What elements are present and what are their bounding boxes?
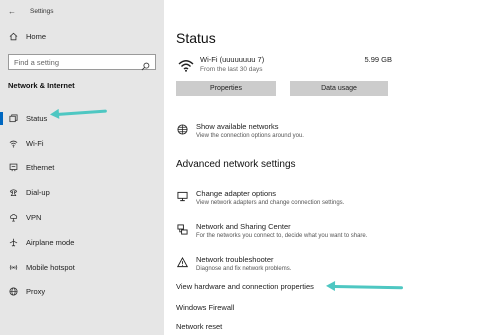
sidebar-item-label: Wi-Fi	[26, 138, 44, 148]
sidebar-item-label: Mobile hotspot	[26, 262, 75, 272]
warning-triangle-icon	[176, 256, 188, 268]
connection-status: Wi-Fi (uuuuuuuu 7) From the last 30 days…	[178, 55, 392, 77]
hotspot-icon	[8, 262, 18, 272]
status-icon	[8, 113, 18, 123]
sidebar-item-label: Ethernet	[26, 163, 55, 173]
change-adapter-title: Change adapter options	[196, 189, 277, 198]
window-title-bar: ← Settings	[8, 5, 54, 17]
home-icon	[8, 31, 18, 41]
search-icon[interactable]	[141, 58, 150, 71]
troubleshooter-title: Network troubleshooter	[196, 255, 274, 264]
properties-button[interactable]: Properties	[176, 81, 276, 96]
data-usage-button[interactable]: Data usage	[290, 81, 388, 96]
data-usage-amount: 5.99 GB	[364, 55, 392, 64]
sidebar-item-ethernet[interactable]: Ethernet	[0, 156, 164, 181]
troubleshooter-desc: Diagnose and fix network problems.	[196, 266, 292, 272]
show-networks-desc: View the connection options around you.	[196, 133, 304, 139]
main-content: Status Wi-Fi (uuuuuuuu 7) From the last …	[164, 0, 504, 335]
sidebar-nav: Status Wi-Fi Ethernet Dial-up VPN Airpla…	[0, 106, 164, 304]
section-title: Network & Internet	[8, 81, 75, 90]
adapter-monitor-icon	[176, 190, 188, 202]
sidebar-item-label: Status	[26, 113, 48, 123]
sidebar-item-label: Proxy	[26, 287, 46, 297]
change-adapter-options[interactable]: Change adapter options View network adap…	[176, 189, 344, 206]
back-arrow-icon[interactable]: ←	[8, 7, 18, 16]
ethernet-icon	[8, 163, 18, 173]
network-sharing-center[interactable]: Network and Sharing Center For the netwo…	[176, 222, 367, 239]
home-nav-item[interactable]: Home	[8, 31, 46, 41]
sidebar-item-label: VPN	[26, 213, 42, 223]
change-adapter-desc: View network adapters and change connect…	[196, 200, 345, 206]
page-title: Status	[176, 30, 216, 46]
network-globe-icon	[176, 123, 188, 135]
show-networks-title: Show available networks	[196, 122, 279, 131]
globe-icon	[8, 287, 18, 297]
advanced-settings-heading: Advanced network settings	[176, 159, 296, 170]
sidebar-item-airplane[interactable]: Airplane mode	[0, 230, 164, 255]
wifi-signal-icon	[178, 58, 194, 72]
sidebar-item-hotspot[interactable]: Mobile hotspot	[0, 255, 164, 280]
sidebar-item-wifi[interactable]: Wi-Fi	[0, 131, 164, 156]
sidebar-item-label: Airplane mode	[26, 237, 75, 247]
sidebar-item-proxy[interactable]: Proxy	[0, 280, 164, 305]
sidebar-item-vpn[interactable]: VPN	[0, 205, 164, 230]
connection-period: From the last 30 days	[200, 66, 263, 73]
wifi-icon	[8, 138, 18, 148]
sidebar-item-status[interactable]: Status	[0, 106, 164, 131]
airplane-icon	[8, 237, 18, 247]
network-reset-link[interactable]: Network reset	[176, 322, 222, 331]
windows-firewall-link[interactable]: Windows Firewall	[176, 303, 234, 312]
connection-name: Wi-Fi (uuuuuuuu 7)	[200, 55, 265, 64]
sidebar-item-label: Dial-up	[26, 188, 50, 198]
sharing-center-icon	[176, 223, 188, 235]
dialup-icon	[8, 188, 18, 198]
view-hardware-properties-link[interactable]: View hardware and connection properties	[176, 282, 314, 291]
network-troubleshooter[interactable]: Network troubleshooter Diagnose and fix …	[176, 255, 291, 272]
sidebar-item-dialup[interactable]: Dial-up	[0, 180, 164, 205]
window-title: Settings	[30, 7, 54, 15]
sharing-center-desc: For the networks you connect to, decide …	[196, 233, 368, 239]
show-available-networks[interactable]: Show available networks View the connect…	[176, 122, 304, 139]
home-label: Home	[26, 31, 47, 41]
search-input[interactable]	[14, 57, 142, 67]
search-box[interactable]	[8, 54, 156, 71]
sidebar: ← Settings Home Network & Internet Statu…	[0, 0, 164, 335]
vpn-icon	[8, 213, 18, 223]
sharing-center-title: Network and Sharing Center	[196, 222, 291, 231]
